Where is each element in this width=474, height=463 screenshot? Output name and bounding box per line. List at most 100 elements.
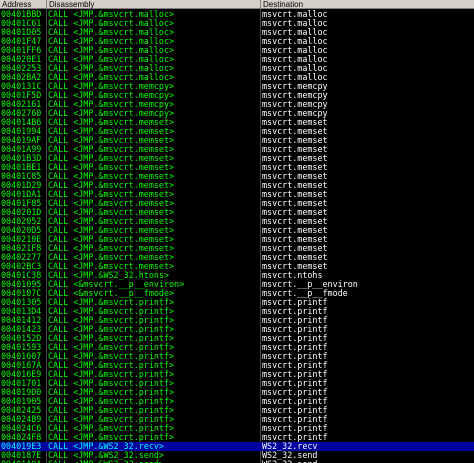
address-cell: 00401593 xyxy=(1,343,42,352)
table-row[interactable]: 0040107C CALL <&msvcrt.__p__fmode> msvcrt.… xyxy=(0,289,474,298)
table-row[interactable]: 004024F8 CALL <JMP.&msvcrt.printf> msvcrt.… xyxy=(0,433,474,442)
table-row[interactable]: 00401423 CALL <JMP.&msvcrt.printf> msvcrt.… xyxy=(0,325,474,334)
table-row[interactable]: 004013D4 CALL <JMP.&msvcrt.printf> msvcrt.… xyxy=(0,307,474,316)
address-cell: 0040210E xyxy=(1,235,42,244)
destination-cell: msvcrt.memset xyxy=(262,244,328,253)
destination-cell: msvcrt.memset xyxy=(262,172,328,181)
destination-cell: msvcrt.memset xyxy=(262,145,328,154)
table-row[interactable]: 00401D29 CALL <JMP.&msvcrt.memset> msvcrt.… xyxy=(0,181,474,190)
table-row[interactable]: 0040201D CALL <JMP.&msvcrt.memset> msvcrt.… xyxy=(0,208,474,217)
table-row[interactable]: 0040210E CALL <JMP.&msvcrt.memset> msvcrt.… xyxy=(0,235,474,244)
table-row[interactable]: 0040167A CALL <JMP.&msvcrt.printf> msvcrt.… xyxy=(0,361,474,370)
table-row[interactable]: 00402253 CALL <JMP.&msvcrt.malloc> msvcrt.… xyxy=(0,64,474,73)
destination-cell: msvcrt.printf xyxy=(262,343,328,352)
destination-cell: WS2_32.recv xyxy=(262,442,318,451)
destination-cell: msvcrt.printf xyxy=(262,406,328,415)
table-row[interactable]: 004019D0 CALL <JMP.&msvcrt.printf> msvcrt.… xyxy=(0,388,474,397)
address-cell: 00401FF6 xyxy=(1,46,42,55)
destination-cell: msvcrt.__p__fmode xyxy=(262,289,348,298)
address-cell: 00402161 xyxy=(1,100,42,109)
table-row[interactable]: 00401593 CALL <JMP.&msvcrt.printf> msvcrt.… xyxy=(0,343,474,352)
table-row[interactable]: 00402BA2 CALL <JMP.&msvcrt.malloc> msvcrt.… xyxy=(0,73,474,82)
table-row[interactable]: 0040152D CALL <JMP.&msvcrt.printf> msvcrt.… xyxy=(0,334,474,343)
table-row[interactable]: 00402161 CALL <JMP.&msvcrt.memcpy> msvcrt.… xyxy=(0,100,474,109)
address-cell: 0040107C xyxy=(1,289,42,298)
table-row[interactable]: 00401FF6 CALL <JMP.&msvcrt.malloc> msvcrt.… xyxy=(0,46,474,55)
table-row[interactable]: 00401A99 CALL <JMP.&msvcrt.memset> msvcrt.… xyxy=(0,145,474,154)
disassembly-cell: CALL <JMP.&msvcrt.memset> xyxy=(48,127,175,136)
address-cell: 004024B9 xyxy=(1,415,42,424)
address-cell: 00401D29 xyxy=(1,181,42,190)
table-row[interactable]: 00402052 CALL <JMP.&msvcrt.memset> msvcrt.… xyxy=(0,217,474,226)
destination-cell: msvcrt.printf xyxy=(262,352,328,361)
table-row[interactable]: 004019E3 CALL <JMP.&WS2_32.recv> WS2_32.re… xyxy=(0,442,474,451)
table-row[interactable]: 00401F47 CALL <JMP.&msvcrt.malloc> msvcrt.… xyxy=(0,37,474,46)
table-row[interactable]: 004020D5 CALL <JMP.&msvcrt.memset> msvcrt.… xyxy=(0,226,474,235)
table-row[interactable]: 00401412 CALL <JMP.&msvcrt.printf> msvcrt.… xyxy=(0,316,474,325)
table-row[interactable]: 0040131C CALL <JMP.&msvcrt.memcpy> msvcrt.… xyxy=(0,82,474,91)
table-row[interactable]: 00401F85 CALL <JMP.&msvcrt.memset> msvcrt.… xyxy=(0,199,474,208)
address-cell: 00401412 xyxy=(1,316,42,325)
destination-cell: msvcrt.printf xyxy=(262,361,328,370)
disassembly-cell: CALL <JMP.&msvcrt.memset> xyxy=(48,163,175,172)
destination-cell: msvcrt.memcpy xyxy=(262,100,328,109)
table-row[interactable]: 00401994 CALL <JMP.&msvcrt.memset> msvcrt.… xyxy=(0,127,474,136)
table-row[interactable]: 0040187E CALL <JMP.&WS2_32.send> WS2_32.se… xyxy=(0,451,474,460)
disassembly-cell: CALL <JMP.&msvcrt.printf> xyxy=(48,334,175,343)
table-row[interactable]: 00401C85 CALL <JMP.&msvcrt.memset> msvcrt.… xyxy=(0,172,474,181)
table-row[interactable]: 00401305 CALL <JMP.&msvcrt.printf> msvcrt.… xyxy=(0,298,474,307)
disassembly-cell: CALL <JMP.&msvcrt.malloc> xyxy=(48,19,175,28)
table-row[interactable]: 004021F8 CALL <JMP.&msvcrt.memset> msvcrt.… xyxy=(0,244,474,253)
column-header-bar: Address Disassembly Destination xyxy=(0,0,474,9)
address-cell: 00401F5D xyxy=(1,91,42,100)
table-row[interactable]: 004024B9 CALL <JMP.&msvcrt.printf> msvcrt.… xyxy=(0,415,474,424)
destination-cell: msvcrt.memset xyxy=(262,235,328,244)
table-row[interactable]: 00401C61 CALL <JMP.&msvcrt.malloc> msvcrt.… xyxy=(0,19,474,28)
table-row[interactable]: 00401701 CALL <JMP.&msvcrt.printf> msvcrt.… xyxy=(0,379,474,388)
address-cell: 0040167A xyxy=(1,361,42,370)
destination-cell: msvcrt.malloc xyxy=(262,55,328,64)
references-list: 00401BBD CALL <JMP.&msvcrt.malloc> msvcrt.… xyxy=(0,10,474,463)
disassembly-cell: CALL <JMP.&msvcrt.memset> xyxy=(48,181,175,190)
address-cell: 004013D4 xyxy=(1,307,42,316)
column-header-destination[interactable]: Destination xyxy=(261,0,474,9)
address-cell: 00401701 xyxy=(1,379,42,388)
address-cell: 00402277 xyxy=(1,253,42,262)
disassembly-cell: CALL <JMP.&msvcrt.printf> xyxy=(48,424,175,433)
destination-cell: msvcrt.printf xyxy=(262,379,328,388)
destination-cell: msvcrt.ntohs xyxy=(262,271,323,280)
column-header-disassembly[interactable]: Disassembly xyxy=(47,0,261,9)
column-header-address[interactable]: Address xyxy=(0,0,47,9)
table-row[interactable]: 00401607 CALL <JMP.&msvcrt.printf> msvcrt.… xyxy=(0,352,474,361)
table-row[interactable]: 00401BBD CALL <JMP.&msvcrt.malloc> msvcrt.… xyxy=(0,10,474,19)
address-cell: 004020E1 xyxy=(1,55,42,64)
address-cell: 004019AF xyxy=(1,136,42,145)
table-row[interactable]: 00401D05 CALL <JMP.&msvcrt.malloc> msvcrt.… xyxy=(0,28,474,37)
address-cell: 0040201D xyxy=(1,208,42,217)
table-row[interactable]: 00402760 CALL <JMP.&msvcrt.memcpy> msvcrt.… xyxy=(0,109,474,118)
disassembly-cell: CALL <&msvcrt.__p__environ> xyxy=(48,280,185,289)
table-row[interactable]: 00402425 CALL <JMP.&msvcrt.printf> msvcrt.… xyxy=(0,406,474,415)
table-row[interactable]: 004014B6 CALL <JMP.&msvcrt.memset> msvcrt.… xyxy=(0,118,474,127)
disassembly-cell: CALL <JMP.&msvcrt.printf> xyxy=(48,298,175,307)
table-row[interactable]: 00402277 CALL <JMP.&msvcrt.memset> msvcrt.… xyxy=(0,253,474,262)
table-row[interactable]: 00401B3D CALL <JMP.&msvcrt.memset> msvcrt.… xyxy=(0,154,474,163)
disassembly-cell: CALL <JMP.&WS2_32.htons> xyxy=(48,271,170,280)
table-row[interactable]: 004024C6 CALL <JMP.&msvcrt.printf> msvcrt.… xyxy=(0,424,474,433)
destination-cell: msvcrt.printf xyxy=(262,370,328,379)
table-row[interactable]: 004016E9 CALL <JMP.&msvcrt.printf> msvcrt.… xyxy=(0,370,474,379)
table-row[interactable]: 00401C38 CALL <JMP.&WS2_32.htons> msvcrt.n… xyxy=(0,271,474,280)
table-row[interactable]: 004020E1 CALL <JMP.&msvcrt.malloc> msvcrt.… xyxy=(0,55,474,64)
disassembly-cell: CALL <JMP.&msvcrt.malloc> xyxy=(48,37,175,46)
destination-cell: msvcrt.memset xyxy=(262,226,328,235)
destination-cell: WS2_32.send xyxy=(262,451,318,460)
table-row[interactable]: 00401905 CALL <JMP.&msvcrt.printf> msvcrt.… xyxy=(0,397,474,406)
disassembly-cell: CALL <JMP.&msvcrt.memcpy> xyxy=(48,91,175,100)
table-row[interactable]: 00401095 CALL <&msvcrt.__p__environ> msvcr… xyxy=(0,280,474,289)
disassembly-cell: CALL <JMP.&msvcrt.printf> xyxy=(48,316,175,325)
table-row[interactable]: 00402BC3 CALL <JMP.&msvcrt.memset> msvcrt.… xyxy=(0,262,474,271)
table-row[interactable]: 004019AF CALL <JMP.&msvcrt.memset> msvcrt.… xyxy=(0,136,474,145)
table-row[interactable]: 00401DA1 CALL <JMP.&msvcrt.memset> msvcrt.… xyxy=(0,190,474,199)
table-row[interactable]: 00401F5D CALL <JMP.&msvcrt.memcpy> msvcrt.… xyxy=(0,91,474,100)
table-row[interactable]: 00401BE1 CALL <JMP.&msvcrt.memset> msvcrt.… xyxy=(0,163,474,172)
